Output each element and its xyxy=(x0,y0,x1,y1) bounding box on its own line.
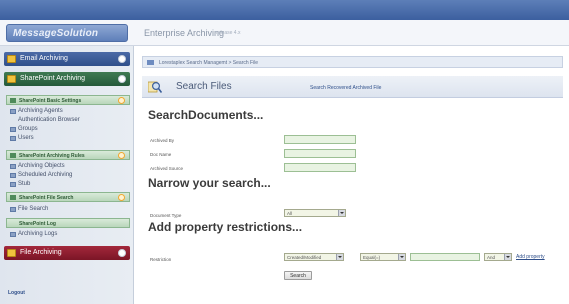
nav-file-archiving[interactable]: File Archiving xyxy=(4,246,130,260)
objects-icon xyxy=(10,164,16,169)
document-type-select[interactable]: All xyxy=(284,209,346,217)
heading-narrow-search: Narrow your search... xyxy=(148,176,271,190)
sidebar-item-groups[interactable]: Groups xyxy=(10,126,38,132)
property-join-value: And xyxy=(487,255,496,260)
nav-sharepoint-archiving[interactable]: SharePoint Archiving xyxy=(4,72,130,86)
section-sharepoint-log[interactable]: SharePoint Log xyxy=(6,218,130,228)
section-icon xyxy=(10,153,16,158)
breadcrumb: Lorestaplex Search Managemt > Search Fil… xyxy=(142,56,563,68)
section-icon xyxy=(10,98,16,103)
property-field-select[interactable]: Created/Modified xyxy=(284,253,344,261)
chevron-down-icon[interactable] xyxy=(504,254,511,260)
property-operator-value: Equal(=) xyxy=(363,255,381,260)
sidebar-item-label: Groups xyxy=(18,126,38,132)
logo: MessageSolution xyxy=(6,24,128,42)
sidebar-item-label: Archiving Objects xyxy=(18,163,65,169)
sidebar-item-archiving-objects[interactable]: Archiving Objects xyxy=(10,163,65,169)
property-join-select[interactable]: And xyxy=(484,253,512,261)
nav-file-archiving-label: File Archiving xyxy=(20,249,62,256)
nav-email-archiving-label: Email Archiving xyxy=(20,55,68,62)
toggle-icon[interactable] xyxy=(118,97,125,104)
sidebar-item-users[interactable]: Users xyxy=(10,135,34,141)
sidebar-item-file-search[interactable]: File Search xyxy=(10,206,49,212)
property-value-input[interactable] xyxy=(410,253,480,261)
home-icon[interactable] xyxy=(147,60,154,65)
section-label: SharePoint File Search xyxy=(19,195,74,201)
app-subtitle: release 4.x xyxy=(216,30,241,36)
sidebar-item-label: File Search xyxy=(18,206,49,212)
file-icon xyxy=(7,249,16,257)
logout-link[interactable]: Logout xyxy=(8,290,25,296)
sidebar-item-scheduled-archiving[interactable]: Scheduled Archiving xyxy=(10,172,73,178)
property-label: Restriction xyxy=(150,257,172,262)
breadcrumb-text[interactable]: Lorestaplex Search Managemt > Search Fil… xyxy=(159,60,258,66)
sidebar-item-label: Users xyxy=(18,135,34,141)
sidebar-item-label: Stub xyxy=(18,181,31,187)
heading-property-restrictions: Add property restrictions... xyxy=(148,220,303,234)
sidebar-item-label: Authentication Browser xyxy=(18,117,80,123)
collapse-icon[interactable] xyxy=(118,75,126,83)
section-label: SharePoint Archiving Rules xyxy=(19,153,85,159)
toggle-icon[interactable] xyxy=(118,194,125,201)
stub-icon xyxy=(10,182,16,187)
sidebar-item-authentication-browser[interactable]: Authentication Browser xyxy=(18,117,80,123)
sidebar-item-label: Archiving Logs xyxy=(18,231,58,237)
users-icon xyxy=(10,136,16,141)
add-property-link[interactable]: Add property xyxy=(516,254,545,260)
nav-email-archiving[interactable]: Email Archiving xyxy=(4,52,130,66)
groups-icon xyxy=(10,127,16,132)
mail-icon xyxy=(7,55,16,63)
document-type-label: Document Type xyxy=(150,213,182,218)
section-label: SharePoint Basic Settings xyxy=(19,98,82,104)
sidebar-item-archiving-logs[interactable]: Archiving Logs xyxy=(10,231,58,237)
search-recovered-link[interactable]: Search Recovered Archived File xyxy=(310,85,381,91)
search-files-bar: Search Files Search Recovered Archived F… xyxy=(142,76,563,98)
field-label-doc-name: Doc Name xyxy=(150,152,172,157)
sidebar-item-archiving-agents[interactable]: Archiving Agents xyxy=(10,108,63,114)
log-icon xyxy=(10,232,16,237)
field-label-archived-source: Archived Source xyxy=(150,166,184,171)
app-title: Enterprise Archiving xyxy=(144,28,225,38)
schedule-icon xyxy=(10,173,16,178)
nav-sharepoint-archiving-label: SharePoint Archiving xyxy=(20,75,85,82)
expand-icon[interactable] xyxy=(118,249,126,257)
document-type-value: All xyxy=(287,211,293,216)
heading-search-documents: SearchDocuments... xyxy=(148,108,264,122)
search-icon xyxy=(10,207,16,212)
top-banner xyxy=(0,0,569,20)
chevron-down-icon[interactable] xyxy=(338,210,345,216)
search-button[interactable]: Search xyxy=(284,271,312,280)
expand-icon[interactable] xyxy=(118,55,126,63)
section-icon xyxy=(10,195,16,200)
archived-by-input[interactable] xyxy=(284,135,356,144)
sidebar-item-label: Archiving Agents xyxy=(18,108,63,114)
app-header: MessageSolution Enterprise Archiving rel… xyxy=(0,20,569,46)
section-basic-settings[interactable]: SharePoint Basic Settings xyxy=(6,95,130,105)
magnifier-icon xyxy=(148,81,162,93)
section-label: SharePoint Log xyxy=(19,221,56,227)
main-content: Lorestaplex Search Managemt > Search Fil… xyxy=(134,46,569,304)
archived-source-input[interactable] xyxy=(284,163,356,172)
property-field-value: Created/Modified xyxy=(287,255,322,260)
property-operator-select[interactable]: Equal(=) xyxy=(360,253,406,261)
sidebar-item-stub[interactable]: Stub xyxy=(10,181,31,187)
toggle-icon[interactable] xyxy=(118,152,125,159)
doc-name-input[interactable] xyxy=(284,149,356,158)
chevron-down-icon[interactable] xyxy=(398,254,405,260)
section-file-search[interactable]: SharePoint File Search xyxy=(6,192,130,202)
sidebar: Email Archiving SharePoint Archiving Sha… xyxy=(0,46,134,304)
agent-icon xyxy=(10,109,16,114)
search-files-title: Search Files xyxy=(176,81,232,92)
folder-icon xyxy=(7,75,16,83)
logo-text: MessageSolution xyxy=(13,28,99,39)
chevron-down-icon[interactable] xyxy=(336,254,343,260)
sidebar-item-label: Scheduled Archiving xyxy=(18,172,73,178)
section-archiving-rules[interactable]: SharePoint Archiving Rules xyxy=(6,150,130,160)
field-label-archived-by: Archived By xyxy=(150,138,175,143)
